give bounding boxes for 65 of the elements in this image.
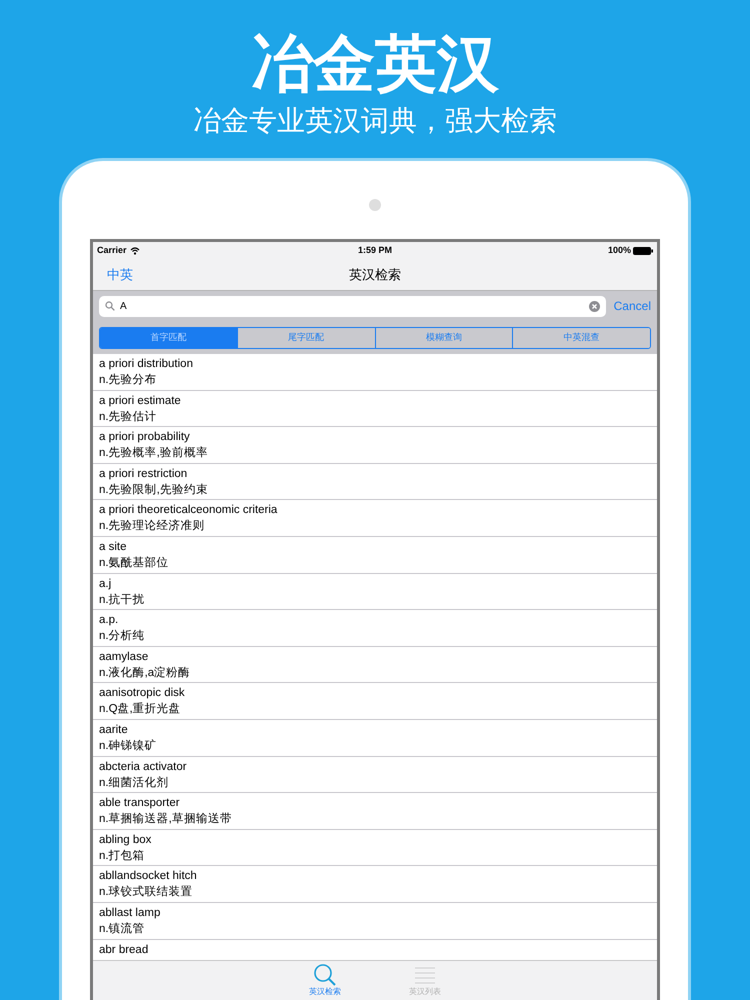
- entry-meaning: n.抗干扰: [99, 592, 145, 608]
- entry-row[interactable]: a priori restriction n.先验限制,先验约束: [93, 464, 657, 500]
- nav-title: 英汉检索: [349, 266, 401, 284]
- entry-row[interactable]: a priori estimate n.先验估计: [93, 390, 657, 428]
- entry-meaning: n.先验限制,先验约束: [99, 482, 208, 498]
- entry-meaning: n.打包箱: [99, 848, 145, 864]
- entry-row[interactable]: able transporter n.草捆输送器,草捆输送带: [93, 793, 657, 830]
- entry-row[interactable]: aanisotropic disk n.Q盘,重折光盘: [93, 683, 657, 720]
- entry-row[interactable]: aamylase n.液化酶,a淀粉酶: [93, 646, 657, 684]
- entry-row[interactable]: aarite n.砷锑镍矿: [93, 720, 657, 757]
- entry-meaning: n.细菌活化剂: [99, 775, 169, 791]
- search-value: A: [120, 300, 128, 314]
- entry-meaning: n.液化酶,a淀粉酶: [99, 665, 190, 681]
- entry-row[interactable]: abr bread: [93, 940, 657, 960]
- tab-bar-item[interactable]: 英汉检索: [295, 961, 355, 1000]
- entry-row[interactable]: a.p. n.分析纯: [93, 610, 657, 647]
- back-button[interactable]: 中英: [107, 265, 133, 285]
- battery-icon: [633, 247, 653, 255]
- entry-term: abllast lamp: [99, 906, 160, 921]
- entry-row[interactable]: a priori distribution n.先验分布: [93, 354, 657, 391]
- search-icon: [105, 301, 115, 311]
- entry-term: a priori estimate: [99, 394, 181, 409]
- entry-term: aarite: [99, 722, 128, 738]
- carrier-label: Carrier: [97, 244, 127, 258]
- entry-meaning: n.先验分布: [99, 372, 157, 388]
- entry-term: a.p.: [99, 613, 118, 628]
- entry-meaning: n.草捆输送器,草捆输送带: [99, 812, 232, 828]
- entry-term: able transporter: [99, 796, 180, 812]
- entry-meaning: n.球铰式联结装置: [99, 884, 193, 900]
- entry-meaning: n.分析纯: [99, 628, 145, 644]
- entry-term: abcteria activator: [99, 760, 187, 775]
- entry-term: abllandsocket hitch: [99, 869, 197, 884]
- search-icon: [313, 963, 337, 987]
- entry-meaning: n.Q盘,重折光盘: [99, 702, 181, 718]
- entry-meaning: n.先验理论经济准则: [99, 518, 205, 534]
- entry-row[interactable]: a priori theoreticalceonomic criteria n.先验理论经济准则: [93, 500, 657, 537]
- entry-row[interactable]: abcteria activator n.细菌活化剂: [93, 756, 657, 794]
- entry-meaning: n.先验概率,验前概率: [99, 446, 208, 462]
- entry-term: a site: [99, 540, 126, 555]
- entry-term: aamylase: [99, 650, 148, 665]
- entry-row[interactable]: abllandsocket hitch n.球铰式联结装置: [93, 866, 657, 903]
- entry-term: aanisotropic disk: [99, 686, 185, 702]
- entry-meaning: n.砷锑镍矿: [99, 738, 157, 754]
- entry-meaning: n.镇流管: [99, 921, 145, 937]
- entry-row[interactable]: a.j n.抗干扰: [93, 574, 657, 610]
- entry-term: a.j: [99, 576, 112, 592]
- entry-term: abling box: [99, 832, 152, 848]
- entry-term: a priori probability: [99, 430, 190, 446]
- clear-icon[interactable]: [588, 300, 600, 312]
- app-title: 冶金英汉: [251, 28, 499, 100]
- entry-meaning: n.氨酰基部位: [99, 555, 169, 571]
- entry-term: abr bread: [99, 942, 148, 958]
- entry-row[interactable]: a site n.氨酰基部位: [93, 536, 657, 574]
- app-subtitle: 冶金专业英汉词典，强大检索: [193, 104, 557, 138]
- entry-term: a priori restriction: [99, 466, 188, 482]
- search-field[interactable]: A: [99, 296, 606, 316]
- wifi-icon: [130, 247, 140, 255]
- entry-term: a priori distribution: [99, 357, 193, 372]
- entry-row[interactable]: abling box n.打包箱: [93, 830, 657, 866]
- entry-meaning: n.先验估计: [99, 410, 157, 425]
- entry-row[interactable]: abllast lamp n.镇流管: [93, 902, 657, 940]
- battery-label: 100%: [608, 244, 631, 258]
- entry-row[interactable]: a priori probability n.先验概率,验前概率: [93, 427, 657, 464]
- clock-label: 1:59 PM: [358, 244, 392, 258]
- entry-term: a priori theoreticalceonomic criteria: [99, 503, 278, 518]
